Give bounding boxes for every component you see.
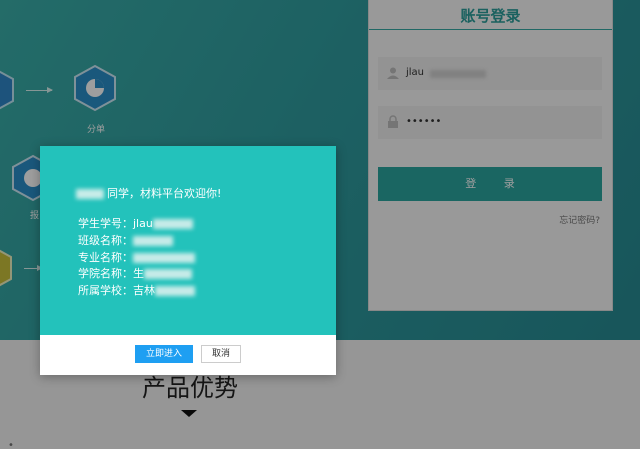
cancel-button[interactable]: 取消	[201, 345, 241, 363]
enter-now-button[interactable]: 立即进入	[135, 345, 193, 363]
welcome-message: 同学，材料平台欢迎你!	[76, 185, 221, 201]
redacted-value	[155, 286, 195, 297]
dialog-body: 同学，材料平台欢迎你! 学生学号：jlau 班级名称： 专业名称： 学院名称：生…	[40, 146, 336, 335]
welcome-text: 同学，材料平台欢迎你!	[107, 187, 222, 200]
student-name-redacted	[76, 189, 104, 199]
info-value: jlau	[133, 217, 153, 230]
info-value: 生	[133, 267, 144, 281]
dialog-footer: 立即进入 取消	[40, 335, 336, 375]
info-label: 学院名称：	[78, 267, 133, 281]
info-row-student-id: 学生学号：jlau	[78, 216, 195, 233]
info-row-major: 专业名称：	[78, 250, 195, 267]
redacted-value	[133, 252, 195, 263]
info-row-school: 所属学校：吉林	[78, 283, 195, 300]
redacted-value	[152, 219, 193, 229]
redacted-value	[133, 235, 173, 246]
info-value: 吉林	[133, 284, 155, 298]
redacted-value	[144, 269, 192, 280]
welcome-dialog: 同学，材料平台欢迎你! 学生学号：jlau 班级名称： 专业名称： 学院名称：生…	[40, 146, 336, 375]
info-label: 学生学号：	[78, 217, 133, 230]
info-label: 所属学校：	[78, 284, 133, 298]
info-row-college: 学院名称：生	[78, 266, 195, 283]
info-row-class: 班级名称：	[78, 233, 195, 250]
student-info: 学生学号：jlau 班级名称： 专业名称： 学院名称：生 所属学校：吉林	[78, 216, 195, 300]
info-label: 专业名称：	[78, 250, 133, 264]
info-label: 班级名称：	[78, 233, 133, 247]
